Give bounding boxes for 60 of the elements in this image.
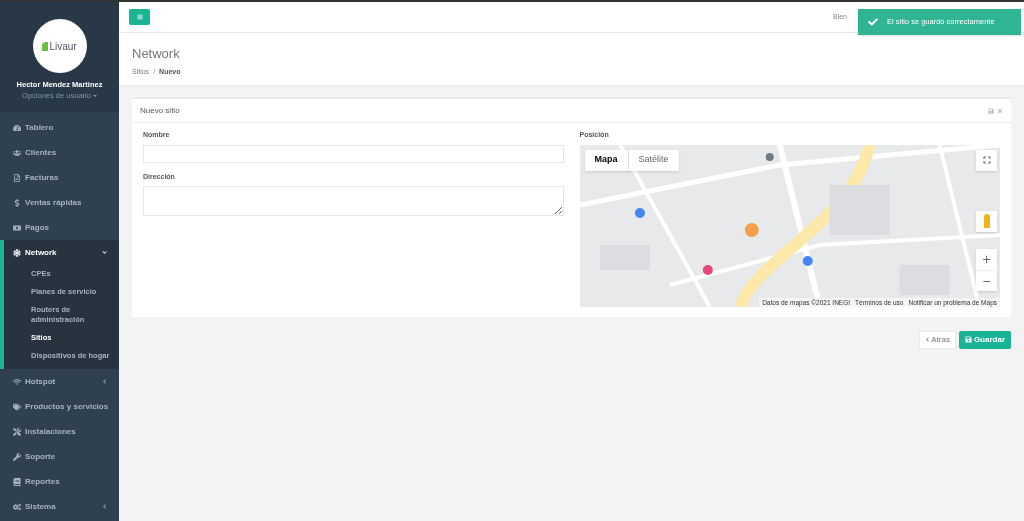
chevron-left-icon: [925, 337, 931, 342]
sidebar-item[interactable]: Instalaciones: [0, 419, 119, 444]
sidebar-item[interactable]: Tablero: [0, 115, 119, 140]
sidebar-item[interactable]: Reportes: [0, 469, 119, 494]
check-icon: [868, 17, 878, 27]
file-icon: [13, 173, 21, 182]
sidebar-item[interactable]: Productos y servicios: [0, 394, 119, 419]
wrench-icon: [13, 452, 21, 461]
menu-toggle-button[interactable]: [129, 9, 150, 25]
sidebar-label: Facturas: [25, 171, 59, 184]
sidebar-item[interactable]: Hotspot: [0, 369, 119, 394]
save-button[interactable]: Guardar: [958, 330, 1011, 349]
sidebar-label: Reportes: [25, 475, 60, 488]
sidebar-item[interactable]: Ventas rápidas: [0, 190, 119, 215]
sidebar-label: Soporte: [25, 450, 56, 463]
chevron-left-icon: [102, 379, 107, 384]
address-field[interactable]: [143, 186, 564, 216]
sidebar-label: Tablero: [25, 121, 54, 134]
logo-text: Livaur: [42, 38, 77, 54]
sidebar-item[interactable]: Pagos: [0, 215, 119, 240]
zoom-in-button[interactable]: +: [976, 248, 997, 270]
sidebar-item[interactable]: Soporte: [0, 444, 119, 469]
sidebar-label: Hotspot: [25, 375, 56, 388]
sidebar-label: Productos y servicios: [25, 400, 109, 413]
sidebar-label: Ventas rápidas: [25, 196, 82, 209]
back-button[interactable]: Atras: [919, 330, 956, 349]
wifi-icon: [13, 377, 21, 386]
sidebar-label: Sistema: [25, 500, 56, 513]
fullscreen-icon: [982, 156, 991, 164]
sidebar-item[interactable]: Sistema: [0, 494, 119, 519]
close-icon[interactable]: [997, 107, 1003, 114]
money-icon: [13, 223, 21, 232]
zoom-out-button[interactable]: −: [976, 269, 997, 291]
users-icon: [13, 148, 21, 157]
street-view-button[interactable]: [976, 210, 997, 232]
map-type-tab[interactable]: Mapa: [584, 149, 628, 171]
sidebar-label: Clientes: [25, 146, 57, 159]
tags-icon: [13, 402, 21, 411]
map-type-tab[interactable]: Satélite: [627, 149, 679, 171]
name-field[interactable]: [143, 144, 564, 163]
card-title: Nuevo sitio: [140, 104, 180, 117]
sidebar-item[interactable]: Network: [4, 240, 119, 265]
sidebar-label: Pagos: [25, 221, 49, 234]
sidebar-item[interactable]: Facturas: [0, 165, 119, 190]
save-icon: [964, 336, 972, 343]
book-icon: [13, 477, 21, 486]
dollar-icon: [13, 198, 21, 207]
caret-icon: [92, 94, 97, 97]
snowflake-icon: [13, 248, 21, 257]
sidebar-label: Instalaciones: [25, 425, 76, 438]
fullscreen-button[interactable]: [976, 149, 997, 171]
tools-icon: [13, 427, 21, 436]
save-icon[interactable]: [988, 107, 994, 114]
sidebar-label: Network: [25, 246, 57, 259]
chevron-left-icon: [102, 504, 107, 509]
gears-icon: [13, 502, 21, 511]
chevron-down-icon: [102, 250, 107, 255]
dashboard-icon: [13, 123, 21, 132]
sidebar-item[interactable]: Clientes: [0, 140, 119, 165]
page-title: Network: [132, 46, 181, 61]
